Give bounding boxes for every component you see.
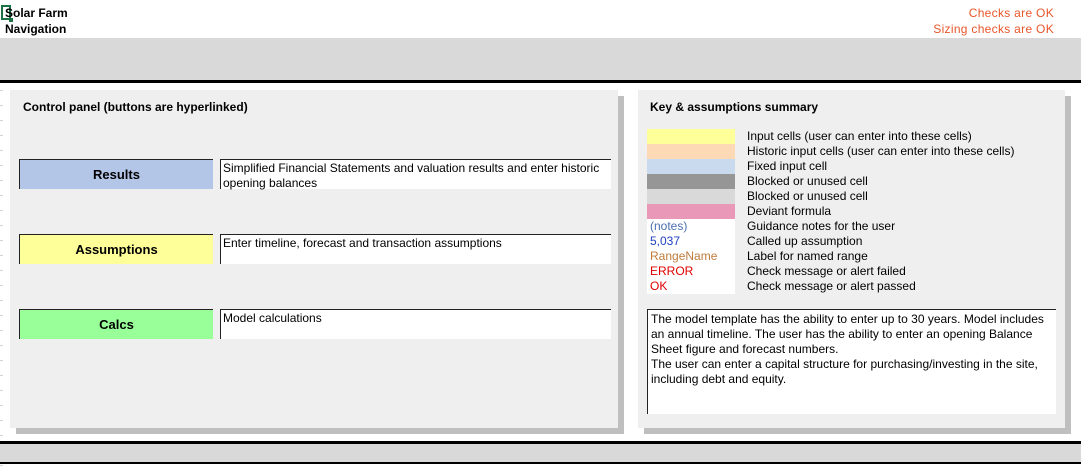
legend-label-error: Check message or alert failed — [747, 264, 906, 278]
legend-label-blocked-dark: Blocked or unused cell — [747, 174, 868, 188]
legend-label-range-name: Label for named range — [747, 249, 868, 263]
legend-label-input: Input cells (user can enter into these c… — [747, 129, 972, 143]
legend-label-called-up: Called up assumption — [747, 234, 863, 248]
legend-label-fixed-input: Fixed input cell — [747, 159, 828, 173]
calcs-description: Model calculations — [220, 309, 611, 339]
legend-swatch-blocked-dark — [647, 174, 735, 189]
legend-label-ok: Check message or alert passed — [747, 279, 916, 293]
divider-footer — [0, 462, 1081, 464]
key-panel: Key & assumptions summary Input cells (u… — [638, 90, 1065, 428]
assumptions-summary[interactable]: The model template has the ability to en… — [647, 309, 1056, 414]
summary-paragraph-2: The user can enter a capital structure f… — [651, 357, 1038, 386]
legend-swatch-range-name: RangeName — [647, 249, 735, 264]
summary-paragraph-1: The model template has the ability to en… — [651, 312, 1044, 356]
key-panel-heading: Key & assumptions summary — [650, 100, 819, 114]
legend-label-historic-input: Historic input cells (user can enter int… — [747, 144, 1015, 158]
divider-top — [0, 80, 1081, 83]
legend-swatch-fixed-input — [647, 159, 735, 174]
control-panel-heading: Control panel (buttons are hyperlinked) — [23, 100, 248, 114]
legend-swatch-called-up: 5,037 — [647, 234, 735, 249]
legend-label-notes: Guidance notes for the user — [747, 219, 896, 233]
page-title: Solar Farm — [5, 6, 68, 20]
legend-swatch-error: ERROR — [647, 264, 735, 279]
results-description: Simplified Financial Statements and valu… — [220, 159, 611, 190]
legend-swatch-input — [647, 129, 735, 144]
legend-label-deviant-formula: Deviant formula — [747, 204, 832, 218]
control-panel: Control panel (buttons are hyperlinked) … — [10, 90, 618, 428]
legend-swatch-blocked-light — [647, 189, 735, 204]
assumptions-button[interactable]: Assumptions — [19, 234, 213, 264]
legend-swatch-ok: OK — [647, 279, 735, 294]
legend-label-blocked-light: Blocked or unused cell — [747, 189, 868, 203]
assumptions-description: Enter timeline, forecast and transaction… — [220, 234, 611, 264]
page-subtitle: Navigation — [5, 22, 67, 36]
footer-band — [0, 444, 1081, 462]
checks-status: Checks are OK — [968, 6, 1054, 20]
calcs-button[interactable]: Calcs — [19, 309, 213, 339]
results-button[interactable]: Results — [19, 159, 213, 189]
sheet-header: Solar Farm Navigation Checks are OK Sizi… — [0, 0, 1081, 38]
legend-swatch-notes: (notes) — [647, 219, 735, 234]
sizing-checks-status: Sizing checks are OK — [933, 22, 1054, 36]
legend-swatch-deviant-formula — [647, 204, 735, 219]
legend-swatch-historic-input — [647, 144, 735, 159]
header-band — [0, 38, 1081, 80]
